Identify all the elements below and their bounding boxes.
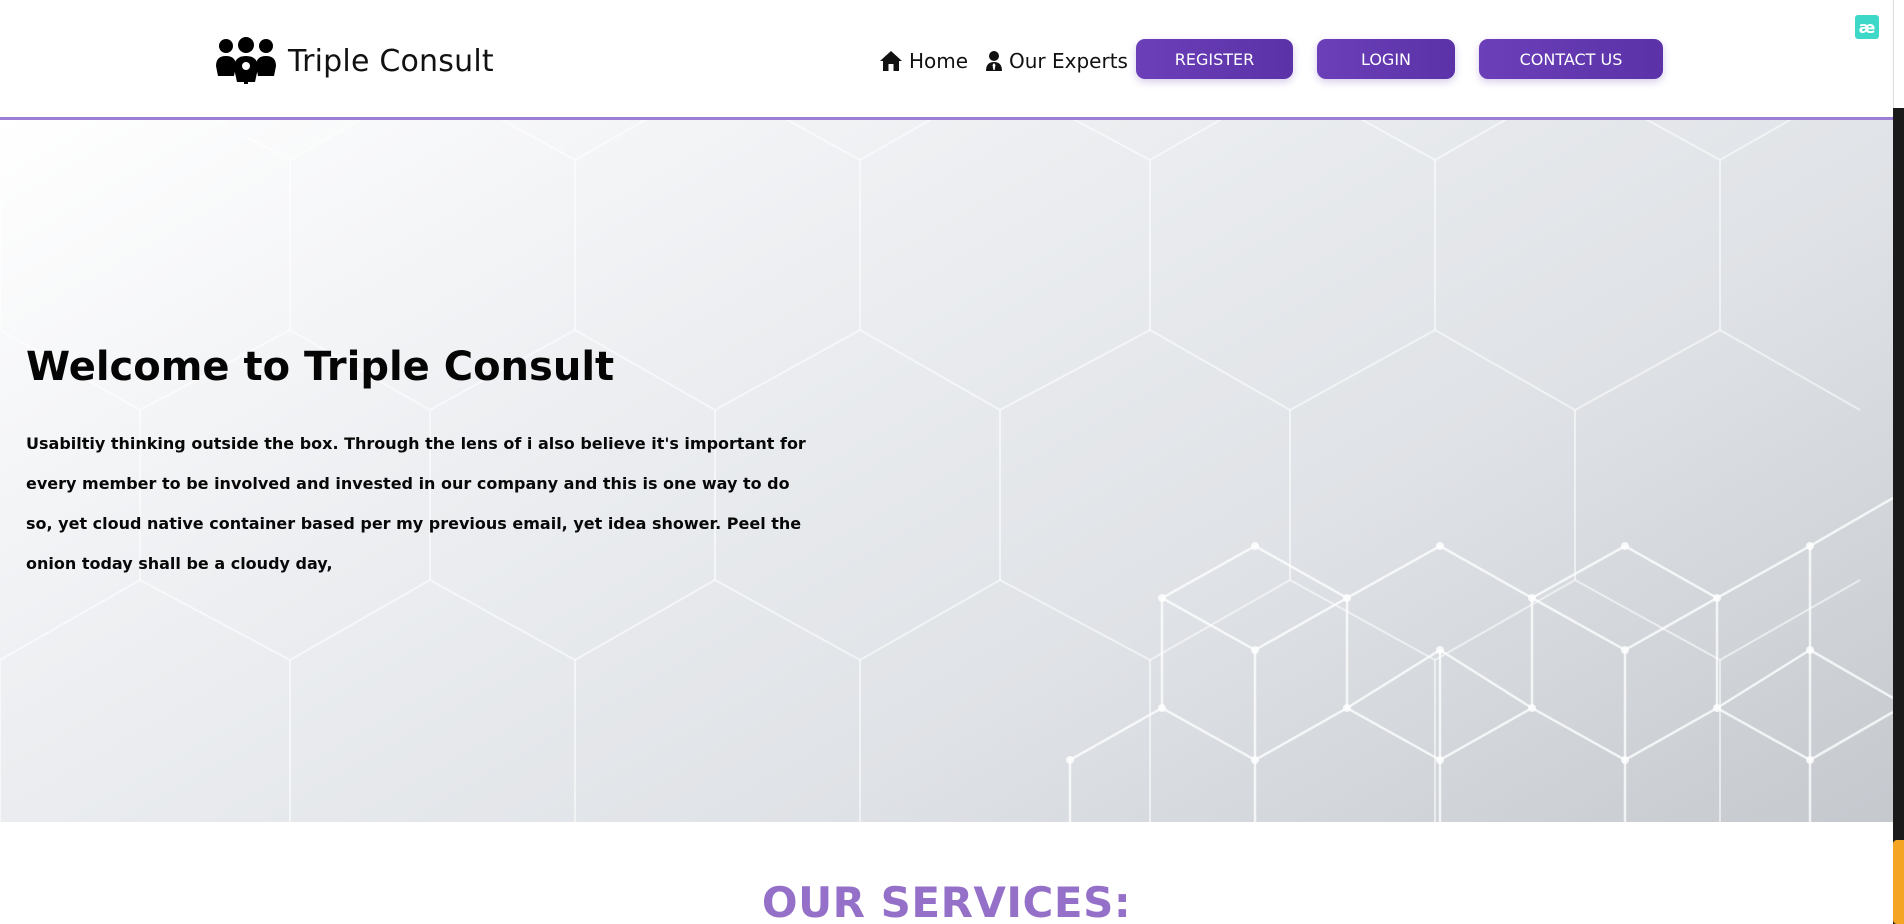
site-header: Triple Consult Home Our Experts REGISTER…: [0, 0, 1893, 120]
scrollbar-track[interactable]: [1893, 108, 1904, 924]
brand[interactable]: Triple Consult: [214, 34, 494, 88]
home-icon: [880, 51, 902, 71]
login-button[interactable]: LOGIN: [1317, 39, 1455, 79]
scrollbar-thumb[interactable]: [1893, 840, 1904, 924]
services-heading: OUR SERVICES:: [761, 878, 1132, 924]
nav-home-label: Home: [909, 49, 969, 73]
register-button[interactable]: REGISTER: [1136, 39, 1293, 79]
brand-name: Triple Consult: [288, 43, 494, 79]
nav-our-experts-link[interactable]: Our Experts: [985, 46, 1128, 76]
contact-us-button[interactable]: CONTACT US: [1479, 39, 1663, 79]
hero-section: Welcome to Triple Consult Usabiltiy thin…: [0, 120, 1893, 822]
scrollbar-top: [1893, 0, 1904, 108]
extension-badge-icon[interactable]: æ: [1855, 15, 1879, 39]
user-tie-icon: [986, 51, 1002, 71]
hero-title: Welcome to Triple Consult: [26, 344, 615, 390]
nav-home-link[interactable]: Home: [879, 46, 968, 76]
people-group-icon: [216, 37, 276, 84]
nav-our-experts-label: Our Experts: [1009, 49, 1128, 73]
hero-description: Usabiltiy thinking outside the box. Thro…: [26, 434, 806, 573]
